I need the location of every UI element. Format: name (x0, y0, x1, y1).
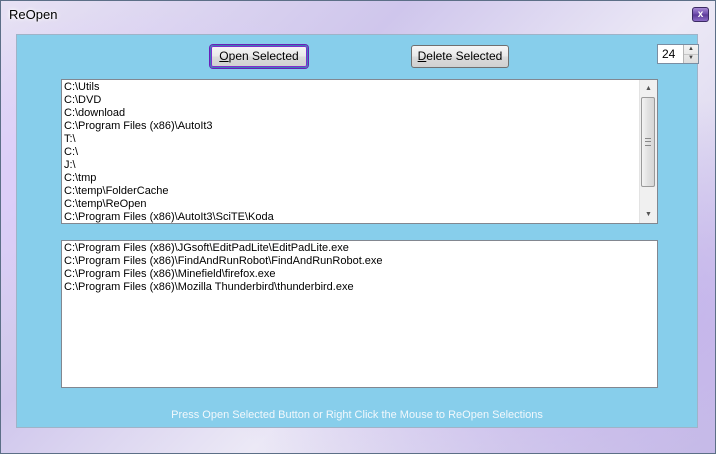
list-item[interactable]: C:\temp\FolderCache (64, 185, 274, 198)
spinner-arrows: ▲ ▼ (683, 45, 698, 63)
list-item[interactable]: C:\Program Files (x86)\AutoIt3\SciTE\Kod… (64, 211, 274, 223)
list-item[interactable]: C:\Program Files (x86)\JGsoft\EditPadLit… (64, 242, 383, 255)
scroll-up-icon[interactable]: ▲ (640, 80, 657, 97)
scroll-down-icon[interactable]: ▼ (640, 206, 657, 223)
folders-scrollbar[interactable]: ▲ ▼ (639, 80, 657, 223)
list-item[interactable]: C:\Program Files (x86)\FindAndRunRobot\F… (64, 255, 383, 268)
folders-list[interactable]: C:\Utils C:\DVD C:\download C:\Program File… (61, 79, 658, 224)
status-hint: Press Open Selected Button or Right Clic… (171, 409, 543, 421)
list-item[interactable]: C:\Program Files (x86)\AutoIt3 (64, 120, 274, 133)
spin-down-icon[interactable]: ▼ (684, 54, 698, 63)
client-area: Open Selected Delete Selected 24 ▲ ▼ C:\… (16, 34, 699, 428)
scroll-thumb[interactable] (641, 97, 655, 187)
list-item[interactable]: C:\Program Files (x86)\Mozilla Thunderbi… (64, 281, 383, 294)
close-button[interactable]: x (692, 7, 709, 22)
open-selected-accelerator: O (219, 49, 229, 63)
count-spinner[interactable]: 24 ▲ ▼ (657, 44, 699, 64)
title-bar[interactable]: ReOpen x (1, 1, 715, 29)
programs-list-items: C:\Program Files (x86)\JGsoft\EditPadLit… (64, 242, 383, 294)
list-item[interactable]: C:\temp\ReOpen (64, 198, 274, 211)
grip-icon (645, 138, 651, 146)
list-item[interactable]: C:\tmp (64, 172, 274, 185)
folders-list-items: C:\Utils C:\DVD C:\download C:\Program File… (64, 81, 274, 223)
open-selected-button[interactable]: Open Selected (210, 45, 308, 68)
count-value[interactable]: 24 (662, 47, 675, 61)
list-item[interactable]: C:\download (64, 107, 274, 120)
list-item[interactable]: T:\ (64, 133, 274, 146)
close-icon: x (697, 9, 704, 20)
delete-selected-button[interactable]: Delete Selected (411, 45, 509, 68)
list-item[interactable]: C:\Program Files (x86)\Minefield\firefox… (64, 268, 383, 281)
window-title: ReOpen (9, 7, 58, 22)
open-selected-label: pen Selected (228, 49, 299, 63)
reopen-window: ReOpen x Open Selected Delete Selected 2… (0, 0, 716, 454)
delete-selected-label: elete Selected (426, 49, 503, 63)
programs-list[interactable]: C:\Program Files (x86)\JGsoft\EditPadLit… (61, 240, 658, 388)
list-item[interactable]: J:\ (64, 159, 274, 172)
list-item[interactable]: C:\DVD (64, 94, 274, 107)
list-item[interactable]: C:\ (64, 146, 274, 159)
delete-selected-accelerator: D (417, 49, 427, 63)
list-item[interactable]: C:\Utils (64, 81, 274, 94)
